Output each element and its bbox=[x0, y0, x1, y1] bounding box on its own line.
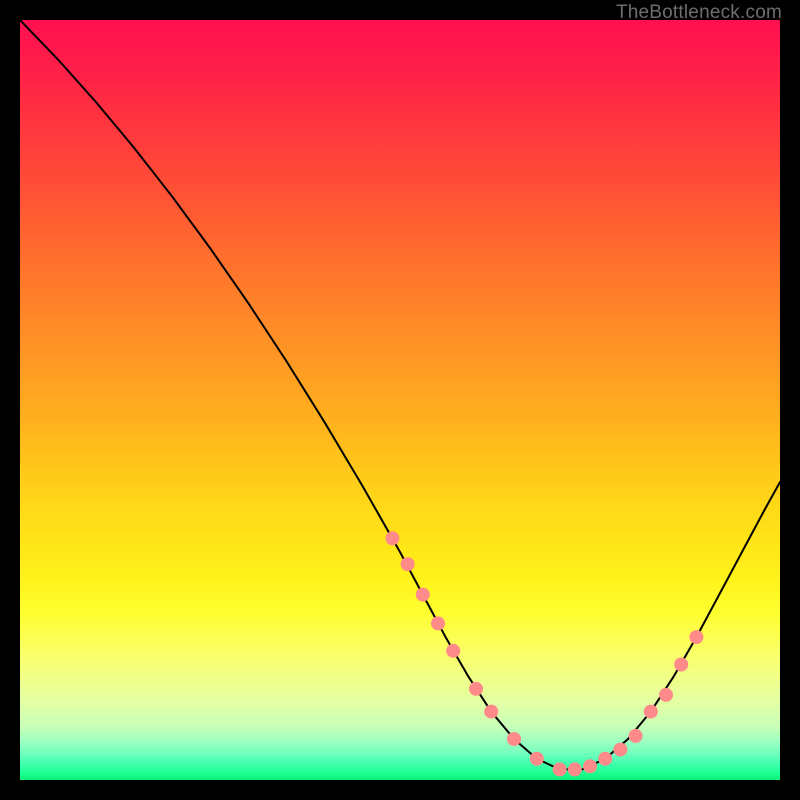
highlight-dot bbox=[613, 743, 627, 757]
highlight-dot bbox=[689, 630, 703, 644]
bottleneck-curve bbox=[20, 20, 780, 769]
highlight-dot bbox=[553, 762, 567, 776]
highlight-dot bbox=[507, 732, 521, 746]
highlight-dot bbox=[401, 557, 415, 571]
chart-stage: TheBottleneck.com bbox=[0, 0, 800, 800]
highlight-dot bbox=[644, 705, 658, 719]
highlight-dot bbox=[674, 658, 688, 672]
highlight-dot bbox=[659, 688, 673, 702]
highlight-dot bbox=[469, 682, 483, 696]
highlight-dots bbox=[385, 531, 703, 776]
highlight-dot bbox=[583, 759, 597, 773]
highlight-dot bbox=[416, 588, 430, 602]
highlight-dot bbox=[431, 616, 445, 630]
highlight-dot bbox=[568, 762, 582, 776]
chart-svg bbox=[20, 20, 780, 780]
highlight-dot bbox=[629, 729, 643, 743]
highlight-dot bbox=[446, 644, 460, 658]
plot-area bbox=[20, 20, 780, 780]
highlight-dot bbox=[530, 752, 544, 766]
highlight-dot bbox=[385, 531, 399, 545]
highlight-dot bbox=[484, 705, 498, 719]
highlight-dot bbox=[598, 752, 612, 766]
